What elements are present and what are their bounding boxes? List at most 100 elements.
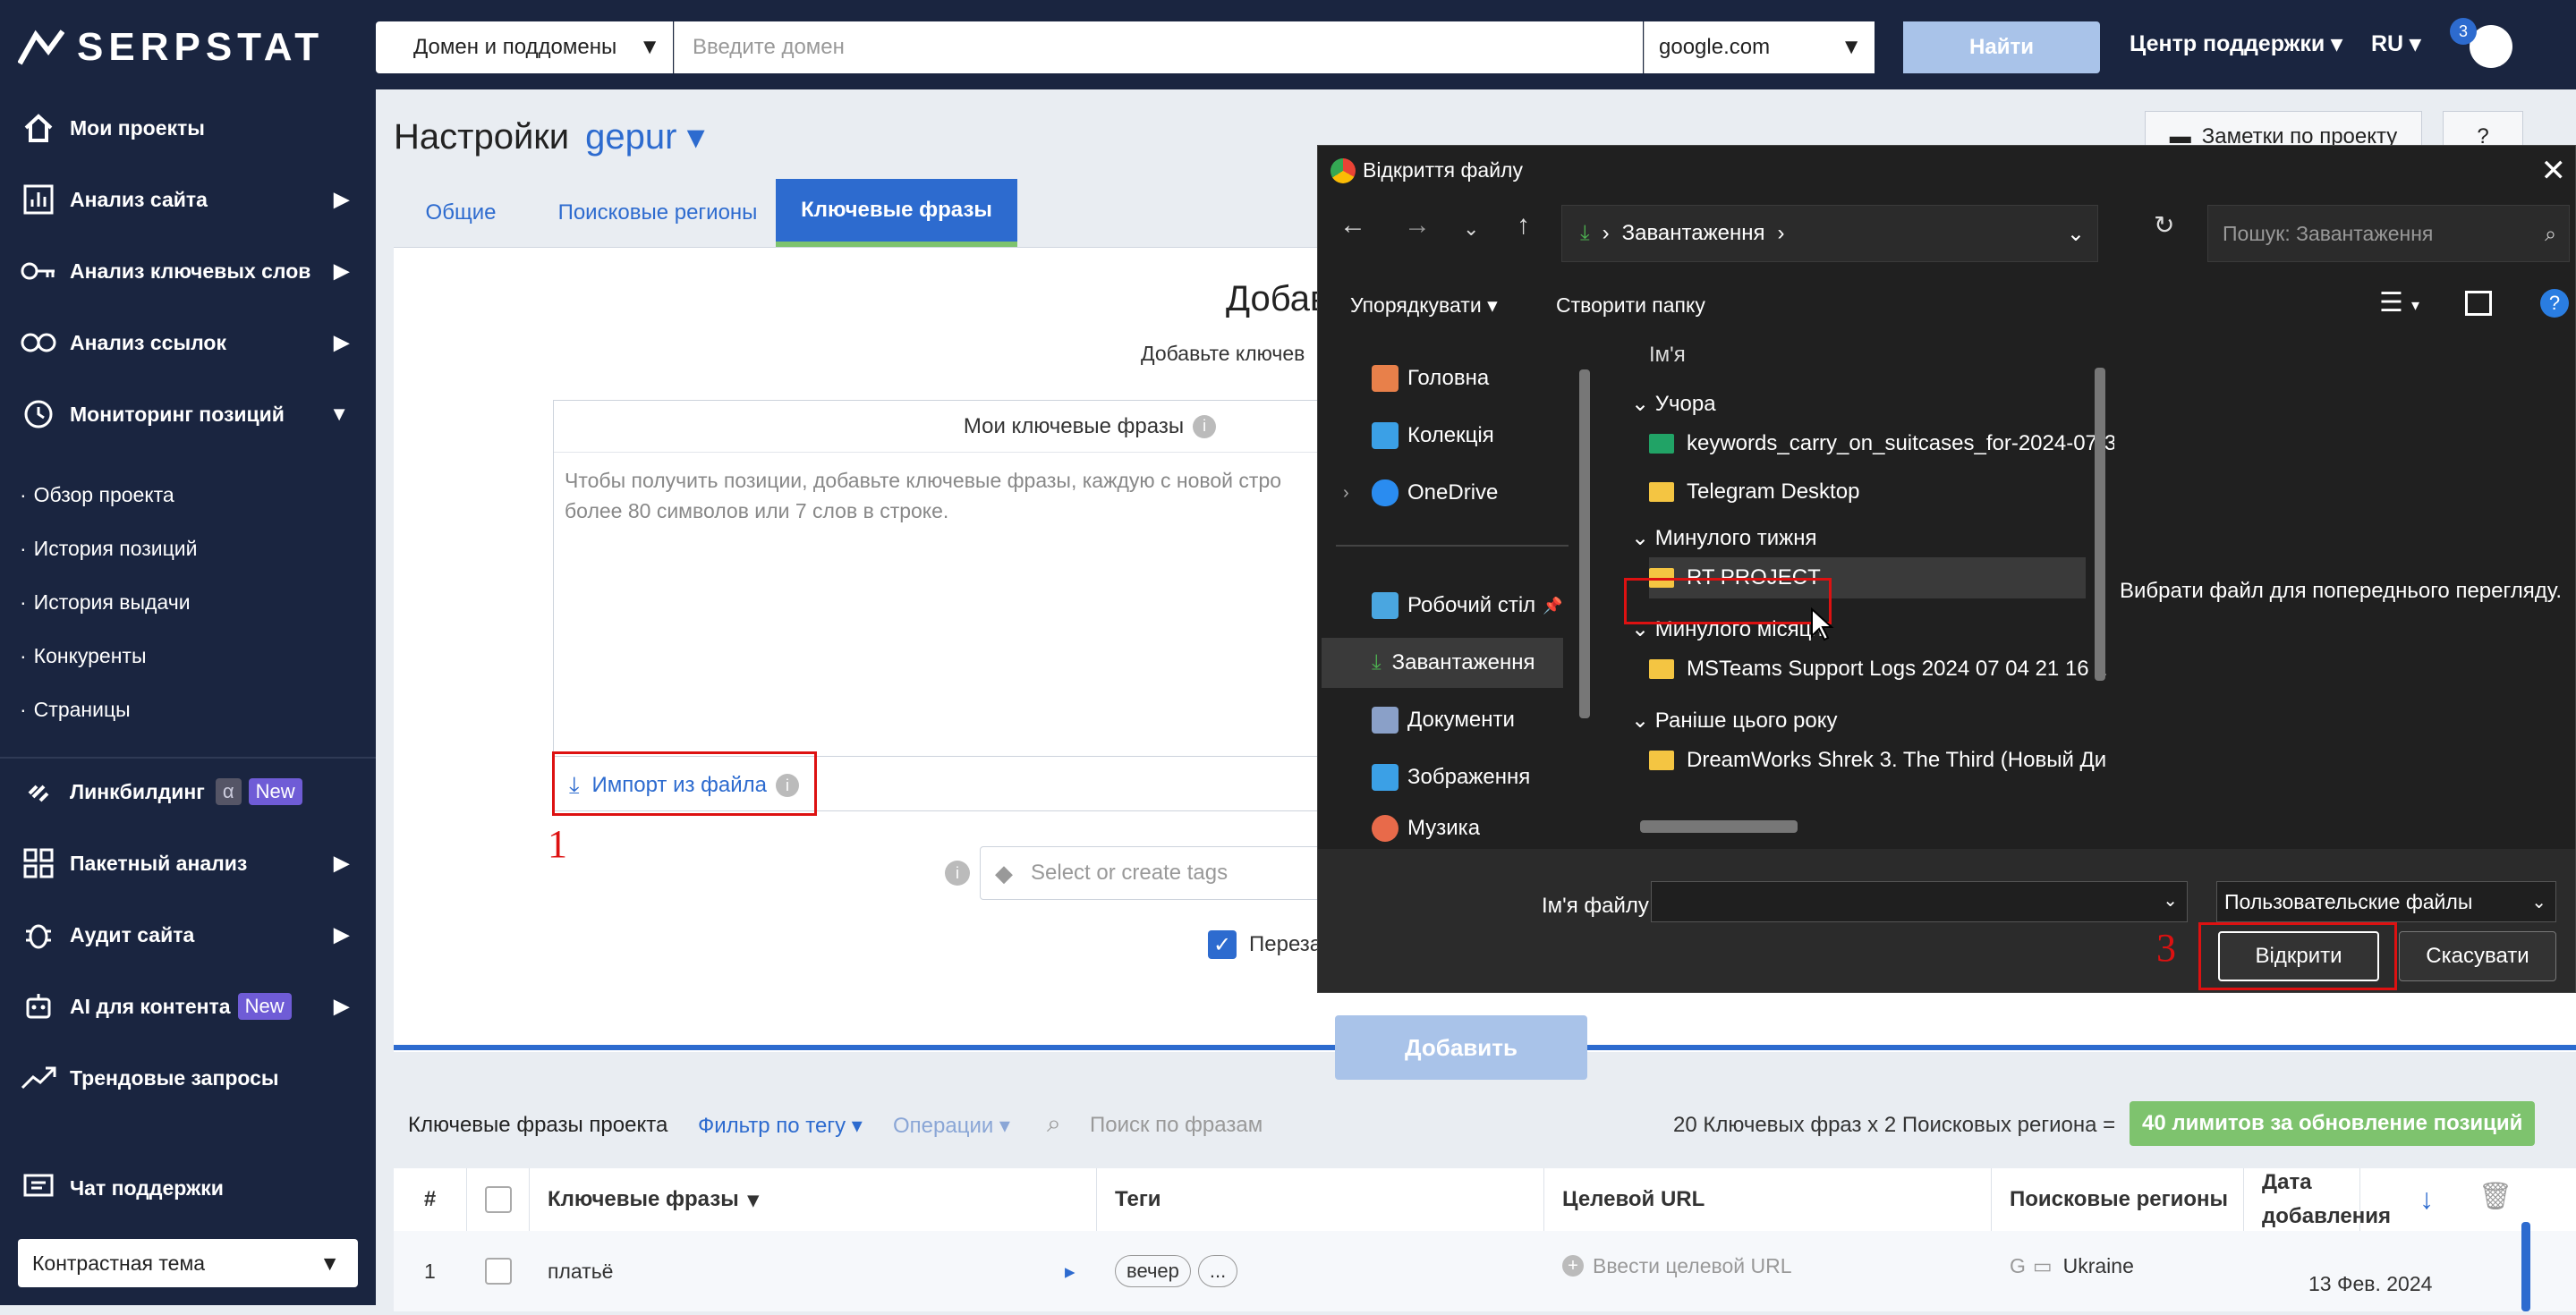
sidebar-item-site-audit[interactable]: Аудит сайта ▶ (0, 904, 376, 966)
group-label: Раніше цього року (1654, 708, 1838, 733)
nav-music[interactable]: Музика (1372, 808, 1480, 849)
sidebar-item-ai-content[interactable]: AI для контента New ▶ (0, 975, 376, 1038)
overwrite-checkbox[interactable]: ✓ (1208, 930, 1237, 959)
link-icon (18, 322, 59, 363)
theme-select[interactable]: Контрастная тема ▼ (18, 1239, 358, 1287)
nav-scrollbar[interactable] (1579, 369, 1590, 718)
help-icon[interactable]: ? (2540, 289, 2569, 318)
tag-more-chip[interactable]: ... (1197, 1255, 1238, 1287)
col-keywords[interactable]: Ключевые фразы ▾ (530, 1168, 1097, 1231)
tab-keywords[interactable]: Ключевые фразы (776, 179, 1017, 247)
tab-general[interactable]: Общие (394, 179, 528, 247)
group-yesterday[interactable]: ⌄ Учора (1631, 391, 1716, 417)
new-folder-button[interactable]: Створити папку (1556, 293, 1705, 318)
chevron-down-icon[interactable]: ⌄ (2163, 889, 2178, 912)
language-select[interactable]: RU ▾ (2371, 30, 2421, 57)
view-options-icon[interactable]: ☰ (2379, 287, 2403, 318)
support-center-menu[interactable]: Центр поддержки ▾ (2130, 30, 2342, 57)
nav-downloads[interactable]: ⤓ Завантаження (1322, 638, 1563, 688)
filetype-select[interactable]: Пользовательские файлы ⌄ (2216, 881, 2556, 922)
sidebar-item-batch-analysis[interactable]: Пакетный анализ ▶ (0, 832, 376, 895)
refresh-icon[interactable]: ↻ (2154, 210, 2174, 240)
close-icon[interactable]: ✕ (2541, 153, 2567, 189)
column-name-header[interactable]: Ім'я (1649, 343, 1686, 368)
cloud-icon (1372, 479, 1399, 506)
search-engine-select[interactable]: google.com ▼ (1644, 21, 1875, 73)
table-scrollbar[interactable] (2521, 1222, 2530, 1311)
filename-input[interactable]: ⌄ (1651, 881, 2188, 922)
overwrite-label: Переза (1249, 932, 1322, 956)
file-list-hscrollbar[interactable] (1640, 820, 1798, 833)
annotation-box-rt-project (1624, 578, 1832, 624)
notification-badge[interactable]: 3 (2450, 18, 2477, 45)
preview-pane-icon[interactable] (2465, 291, 2492, 316)
nav-desktop[interactable]: Робочий стіл 📌 (1372, 581, 1563, 631)
row-checkbox[interactable] (485, 1240, 512, 1302)
nav-onedrive[interactable]: › OneDrive (1343, 468, 1498, 518)
domain-input[interactable]: Введите домен (674, 21, 1643, 73)
expand-arrow-icon[interactable]: ▸ (1065, 1240, 1075, 1302)
info-icon[interactable]: i (945, 861, 970, 886)
sort-arrow-down-icon[interactable]: ↓ (2419, 1183, 2434, 1216)
tag-filter[interactable]: Фильтр по тегу ▾ (698, 1113, 863, 1139)
recent-dropdown-icon[interactable]: ⌄ (1463, 217, 1479, 241)
sidebar-sub-competitors[interactable]: Конкуренты (20, 644, 147, 668)
find-button[interactable]: Найти (1903, 21, 2100, 73)
sidebar-item-site-analysis[interactable]: Анализ сайта ▶ (0, 168, 376, 231)
sidebar-item-support-chat[interactable]: Чат поддержки (0, 1157, 376, 1219)
forward-icon[interactable]: → (1404, 210, 1431, 241)
group-label: Минулого тижня (1654, 526, 1817, 550)
organize-button[interactable]: Упорядкувати ▾ (1350, 293, 1498, 318)
add-button[interactable]: Добавить (1335, 1015, 1587, 1080)
sidebar-item-projects[interactable]: Мои проекты (0, 97, 376, 159)
sidebar-item-link-analysis[interactable]: Анализ ссылок ▶ (0, 311, 376, 374)
file-list-vscrollbar[interactable] (2095, 368, 2105, 681)
cancel-button[interactable]: Скасувати (2399, 931, 2556, 981)
sidebar-sub-serp-history[interactable]: История выдачи (20, 590, 191, 615)
chevron-down-icon[interactable]: ⌄ (2067, 221, 2085, 247)
sidebar-item-trends[interactable]: Трендовые запросы (0, 1047, 376, 1109)
select-all-checkbox[interactable] (484, 1186, 512, 1213)
operations-menu[interactable]: Операции ▾ (893, 1113, 1010, 1139)
nav-home[interactable]: Головна (1372, 353, 1489, 403)
serpstat-logo[interactable]: SERPSTAT (18, 25, 324, 70)
file-item[interactable]: keywords_carry_on_suitcases_for-2024-07-… (1649, 423, 2114, 464)
up-icon[interactable]: ↑ (1517, 210, 1530, 241)
info-icon[interactable]: i (1193, 414, 1217, 438)
file-item[interactable]: MSTeams Support Logs 2024 07 04 21 16 1 (1649, 649, 2114, 690)
nav-label: Завантаження (1391, 650, 1535, 674)
search-engine-value: google.com (1659, 35, 1771, 59)
list-title: Ключевые фразы проекта (408, 1113, 668, 1137)
tag-chip[interactable]: вечер (1115, 1255, 1191, 1287)
address-bar[interactable]: ⤓ › Завантаження › ⌄ (1561, 205, 2098, 262)
sidebar-item-keyword-analysis[interactable]: Анализ ключевых слов ▶ (0, 240, 376, 302)
group-last-week[interactable]: ⌄ Минулого тижня (1631, 525, 1816, 551)
nav-gallery[interactable]: Колекція (1372, 411, 1494, 461)
file-item[interactable]: DreamWorks Shrek 3. The Third (Новый Ди (1649, 740, 2114, 781)
back-icon[interactable]: ← (1339, 210, 1366, 241)
project-select[interactable]: gepur ▾ (585, 117, 705, 157)
search-scope-select[interactable]: Домен и поддомены ▼ (376, 21, 673, 73)
trash-icon[interactable]: 🗑 (2478, 1181, 2512, 1212)
phrase-search-input[interactable]: Поиск по фразам (1090, 1113, 1262, 1138)
sidebar-sub-project-overview[interactable]: Обзор проекта (20, 483, 174, 507)
tab-search-regions[interactable]: Поисковые регионы (528, 179, 787, 247)
group-earlier-this-year[interactable]: ⌄ Раніше цього року (1631, 708, 1838, 734)
sidebar-sub-position-history[interactable]: История позиций (20, 537, 198, 561)
nav-pictures[interactable]: Зображення (1372, 752, 1530, 802)
history-icon (18, 394, 59, 435)
file-item[interactable]: Telegram Desktop (1649, 471, 2114, 513)
dialog-search-input[interactable]: Пошук: Завантаження ⌕ (2207, 205, 2570, 262)
chevron-down-icon[interactable]: ▾ (2411, 296, 2419, 315)
sidebar-item-label: Чат поддержки (70, 1175, 224, 1200)
row-tags: вечер ... (1115, 1240, 1245, 1302)
music-icon (1372, 815, 1399, 842)
sidebar-sub-pages[interactable]: Страницы (20, 698, 131, 722)
nav-documents[interactable]: Документи (1372, 695, 1515, 745)
col-select-all[interactable] (467, 1168, 530, 1231)
target-url-input[interactable]: + Ввести целевой URL (1562, 1234, 1792, 1297)
chevron-right-icon[interactable]: › (1343, 483, 1349, 504)
sidebar-item-rank-tracking[interactable]: Мониторинг позиций ▼ (0, 383, 376, 445)
mouse-cursor-icon (1811, 607, 1834, 641)
sidebar-item-linkbuilding[interactable]: Линкбилдинг α New (0, 760, 376, 823)
